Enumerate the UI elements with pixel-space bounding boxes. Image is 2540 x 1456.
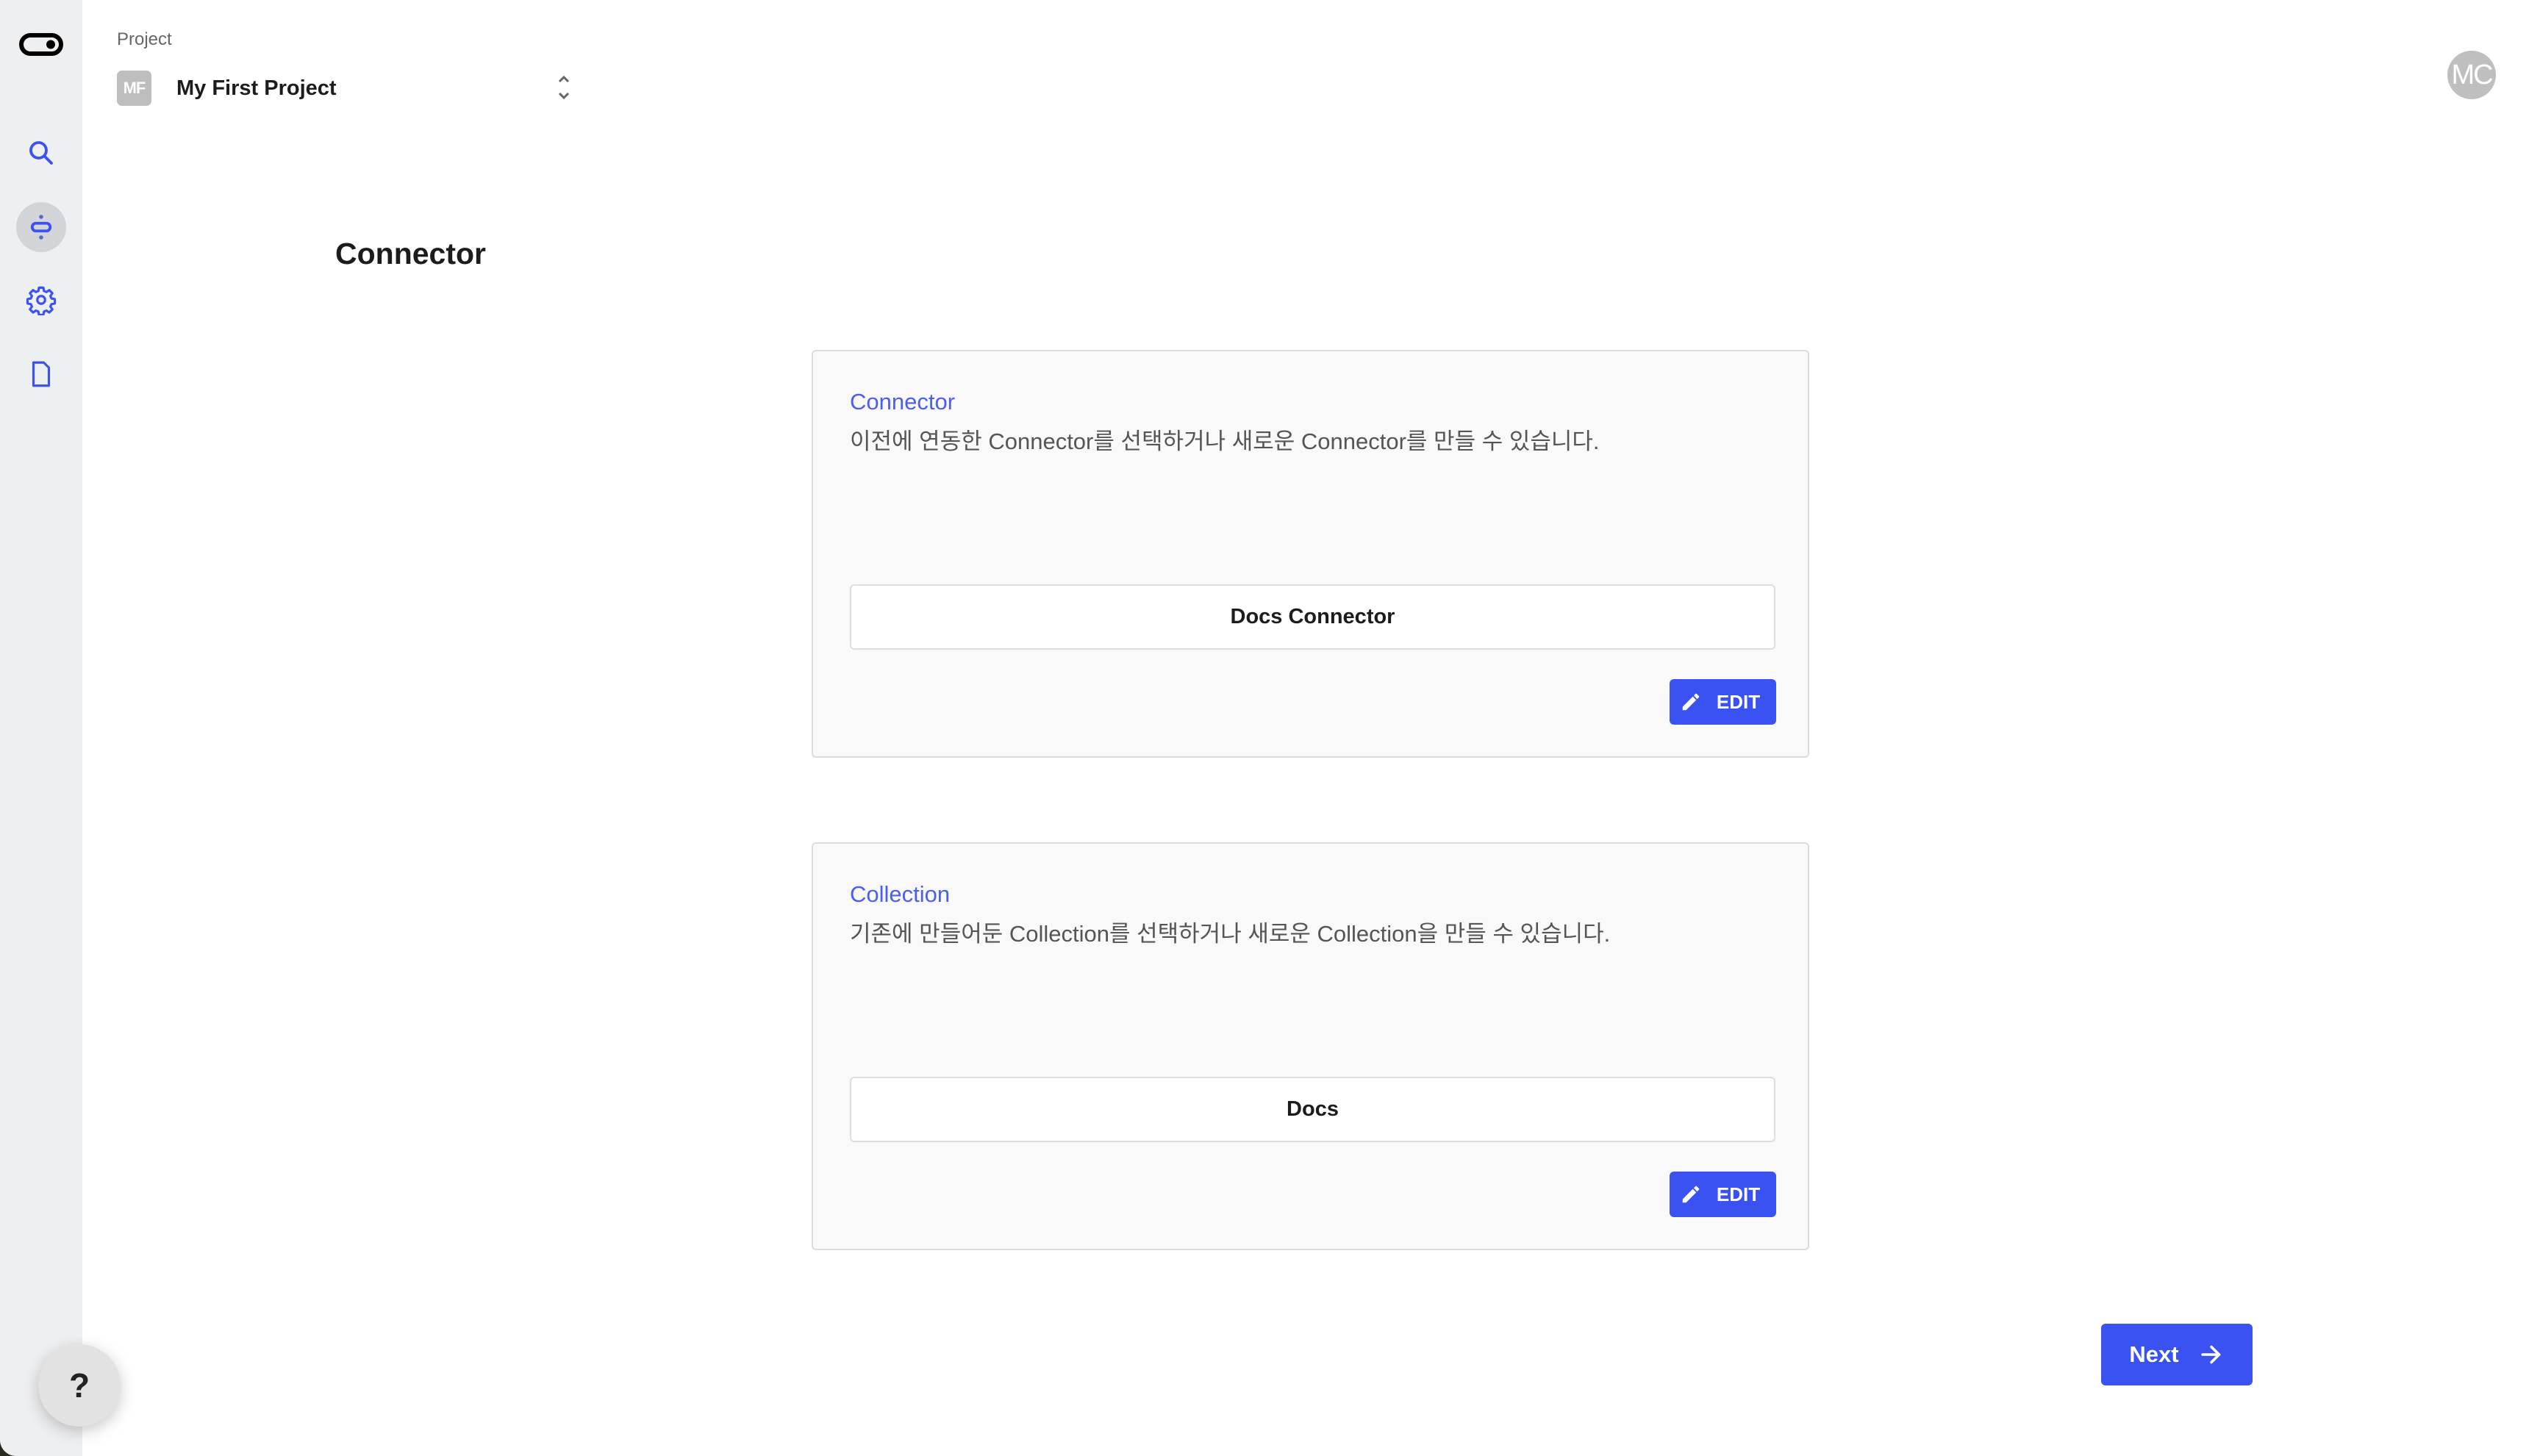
card-description: 기존에 만들어둔 Collection를 선택하거나 새로운 Collectio… — [850, 921, 1611, 947]
user-avatar[interactable]: MC — [2447, 51, 2496, 99]
app-window: ? Project MF My First Project MC Connect… — [0, 0, 2540, 1456]
next-label: Next — [2129, 1341, 2179, 1367]
edit-label: EDIT — [1716, 1183, 1761, 1205]
arrow-right-icon — [2200, 1345, 2220, 1364]
project-badge: MF — [117, 71, 151, 106]
project-label: Project — [117, 29, 172, 49]
gear-icon — [26, 286, 57, 315]
collection-select[interactable]: Docs — [850, 1077, 1775, 1142]
card-label: Collection — [850, 881, 951, 907]
card-label: Connector — [850, 389, 956, 415]
next-button[interactable]: Next — [2101, 1324, 2253, 1385]
help-button[interactable]: ? — [38, 1344, 121, 1427]
edit-connector-button[interactable]: EDIT — [1670, 679, 1776, 725]
document-icon — [32, 361, 51, 387]
chevron-up-down-icon — [558, 75, 570, 100]
logo-icon[interactable] — [19, 33, 63, 56]
pencil-icon — [1682, 693, 1700, 711]
collection-card: Collection 기존에 만들어둔 Collection를 선택하거나 새로… — [812, 842, 1809, 1250]
sidebar-item-connector[interactable] — [16, 202, 66, 252]
connector-icon — [30, 215, 52, 240]
sidebar-item-search[interactable] — [16, 128, 66, 178]
card-description: 이전에 연동한 Connector를 선택하거나 새로운 Connector를 … — [850, 428, 1600, 454]
connector-select[interactable]: Docs Connector — [850, 584, 1775, 650]
page-title: Connector — [335, 237, 486, 270]
search-icon — [29, 141, 53, 165]
sidebar-item-settings[interactable] — [16, 275, 66, 325]
sidebar — [0, 0, 82, 1456]
pencil-icon — [1682, 1186, 1700, 1203]
project-selector[interactable]: MF My First Project — [117, 69, 573, 107]
connector-card: Connector 이전에 연동한 Connector를 선택하거나 새로운 C… — [812, 350, 1809, 758]
edit-label: EDIT — [1716, 690, 1761, 713]
project-name: My First Project — [176, 76, 337, 100]
edit-collection-button[interactable]: EDIT — [1670, 1172, 1776, 1217]
sidebar-item-documents[interactable] — [16, 349, 66, 399]
